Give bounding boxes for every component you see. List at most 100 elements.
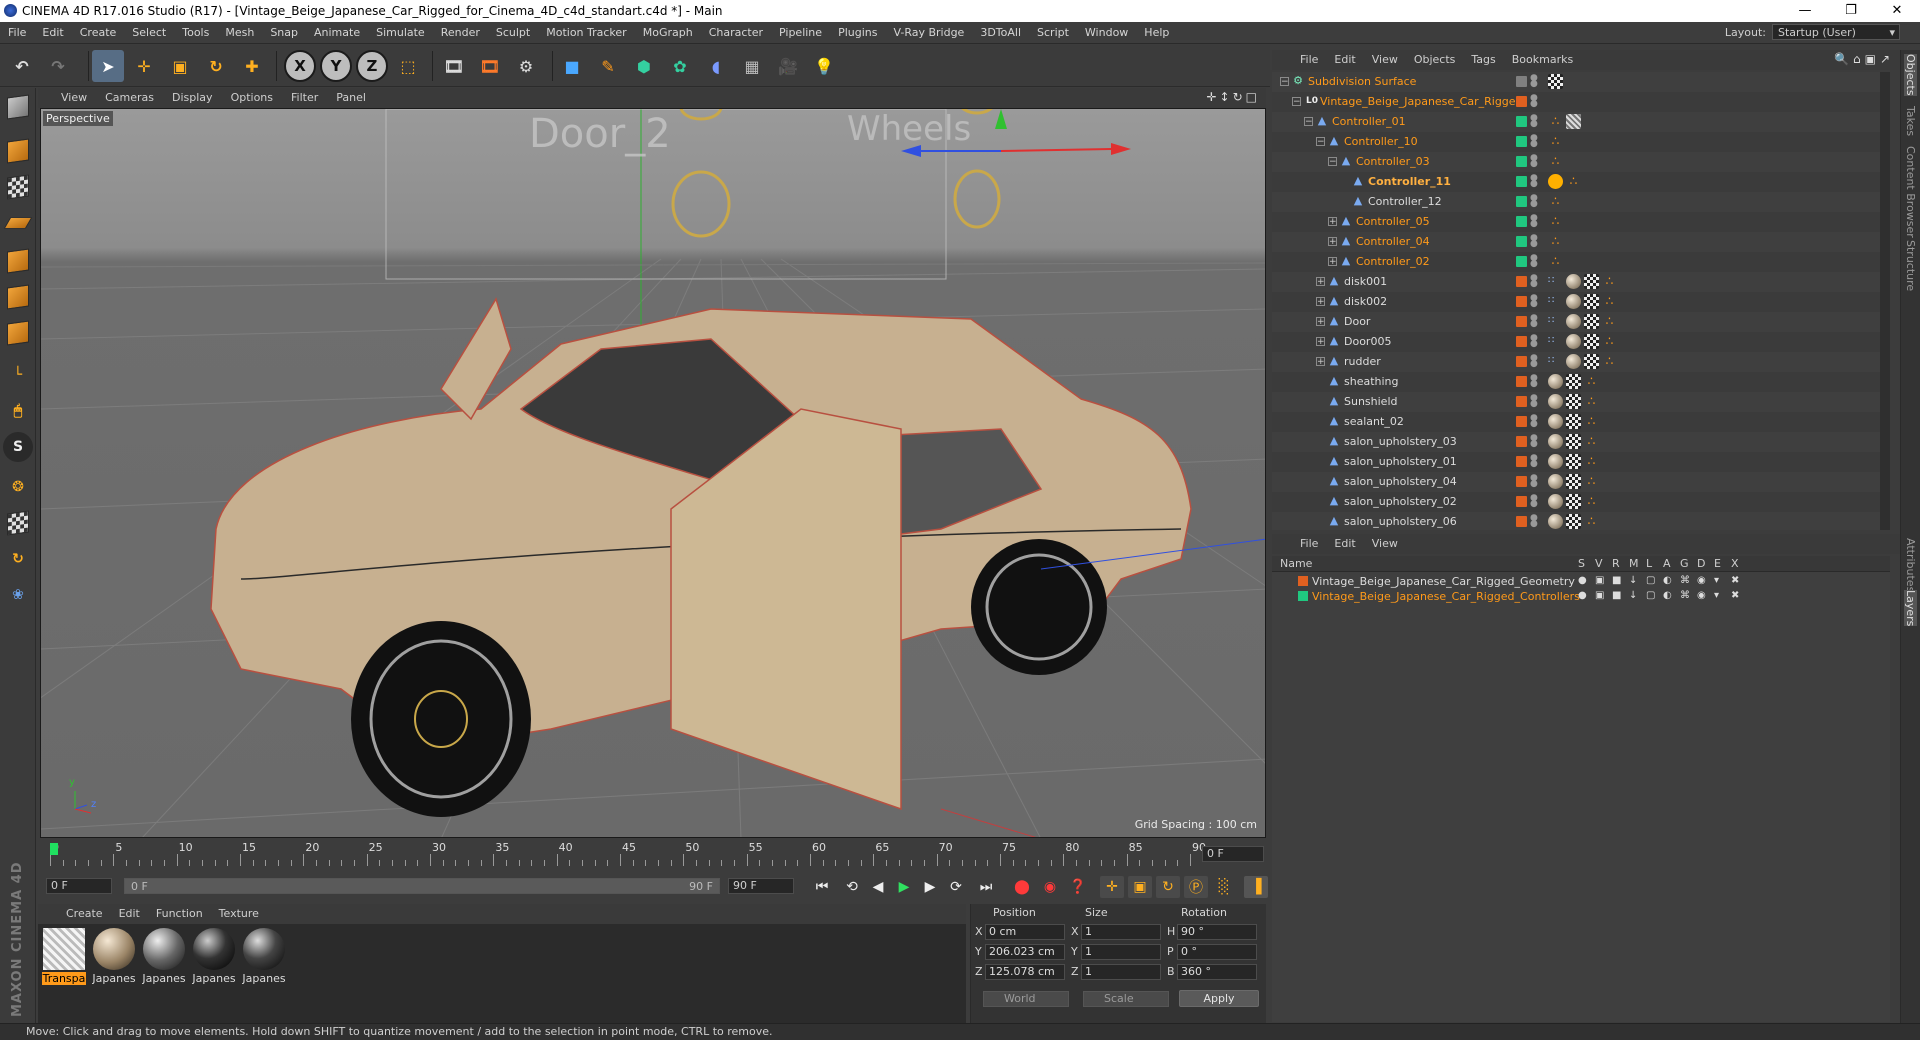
material-menu-create[interactable]: Create (58, 904, 111, 924)
menu-file[interactable]: File (0, 22, 34, 44)
go-to-end-icon[interactable]: ⏭ (974, 876, 998, 898)
side-tab-structure[interactable]: Structure (1904, 240, 1917, 291)
rotate-icon[interactable]: ↻ (200, 50, 232, 82)
layer-color-swatch[interactable] (1516, 396, 1527, 407)
object-menu-file[interactable]: File (1292, 50, 1326, 70)
check-tag-icon[interactable] (1584, 274, 1599, 289)
layer-menu-file[interactable]: File (1292, 534, 1326, 554)
object-row[interactable]: + ▲ Controller_05 ● ● ∴ (1272, 212, 1890, 232)
menu-create[interactable]: Create (72, 22, 125, 44)
xpress-tag-icon[interactable]: ∴ (1548, 154, 1563, 169)
object-menu-bookmarks[interactable]: Bookmarks (1504, 50, 1581, 70)
expand-toggle-icon[interactable]: − (1280, 77, 1289, 87)
soft-selection-icon[interactable]: ↻ (3, 544, 33, 574)
mat-tag-icon[interactable] (1566, 294, 1581, 309)
object-row[interactable]: + ▲ Door005 ● ● ∷ ∴ (1272, 332, 1890, 352)
minimize-button[interactable]: — (1782, 0, 1828, 22)
key-scale-icon[interactable]: ▣ (1128, 876, 1152, 898)
playhead[interactable] (50, 843, 58, 855)
xpress-tag-icon[interactable]: ∴ (1548, 234, 1563, 249)
object-row[interactable]: + ▲ Door ● ● ∷ ∴ (1272, 312, 1890, 332)
camera-icon[interactable]: 🎥 (772, 50, 804, 82)
object-row[interactable]: + ▲ Controller_04 ● ● ∴ (1272, 232, 1890, 252)
object-row[interactable]: + ▲ Controller_02 ● ● ∴ (1272, 252, 1890, 272)
visibility-dots-icon[interactable]: ● ● (1530, 474, 1538, 489)
mat-tag-icon[interactable] (1548, 414, 1563, 429)
size-mode-dropdown[interactable]: Scale (1083, 991, 1169, 1007)
polygons-mode-icon[interactable] (3, 318, 33, 348)
menu-select[interactable]: Select (124, 22, 174, 44)
layer-header-e[interactable]: E (1714, 557, 1721, 570)
viewport-menu-display[interactable]: Display (163, 88, 222, 108)
layer-menu-view[interactable]: View (1364, 534, 1406, 554)
make-editable-icon[interactable] (3, 92, 33, 122)
mat-tag-icon[interactable] (1566, 274, 1581, 289)
menu-plugins[interactable]: Plugins (830, 22, 885, 44)
layer-color-swatch[interactable] (1516, 416, 1527, 427)
model-mode-icon[interactable] (3, 136, 33, 166)
layer-toggle-icon[interactable]: ● (1578, 590, 1587, 601)
visibility-dots-icon[interactable]: ● ● (1530, 154, 1538, 169)
rotation-p-field[interactable]: 0 ° (1177, 944, 1257, 960)
dots2-tag-icon[interactable]: ∷ (1548, 334, 1563, 349)
object-row[interactable]: − ▲ Controller_03 ● ● ∴ (1272, 152, 1890, 172)
object-row[interactable]: − ⚙ Subdivision Surface ● ● (1272, 72, 1890, 92)
xpress-tag-icon[interactable]: ∴ (1548, 194, 1563, 209)
xpress-tag-icon[interactable]: ∴ (1584, 474, 1599, 489)
layer-color-swatch[interactable] (1298, 591, 1308, 601)
viewport-menu-cameras[interactable]: Cameras (96, 88, 163, 108)
layer-header-v[interactable]: V (1595, 557, 1603, 570)
maximize-button[interactable]: ❐ (1828, 0, 1874, 22)
points-mode-icon[interactable] (3, 246, 33, 276)
layer-color-swatch[interactable] (1516, 376, 1527, 387)
layer-toggle-icon[interactable]: ◉ (1697, 590, 1706, 601)
object-row[interactable]: + ▲ rudder ● ● ∷ ∴ (1272, 352, 1890, 372)
expand-toggle-icon[interactable]: + (1316, 337, 1325, 347)
render-settings-icon[interactable]: ⚙ (510, 50, 542, 82)
position-x-field[interactable]: 0 cm (985, 924, 1065, 940)
start-frame-field[interactable]: 0 F (46, 878, 112, 894)
visibility-dots-icon[interactable]: ● ● (1530, 274, 1538, 289)
menu-mesh[interactable]: Mesh (217, 22, 262, 44)
cube-primitive-icon[interactable]: ■ (556, 50, 588, 82)
viewport-menu-panel[interactable]: Panel (327, 88, 375, 108)
viewport-menu-options[interactable]: Options (222, 88, 282, 108)
object-row[interactable]: ▲ salon_upholstery_04 ● ● ∴ (1272, 472, 1890, 492)
expand-toggle-icon[interactable]: + (1328, 257, 1337, 267)
layer-row[interactable]: Vintage_Beige_Japanese_Car_Rigged_Contro… (1272, 589, 1890, 604)
mat-tag-icon[interactable] (1566, 314, 1581, 329)
material-slot[interactable]: Transpa (42, 928, 86, 985)
material-slot[interactable]: Japanes (192, 928, 236, 985)
next-frame-icon[interactable]: ▶ (918, 876, 942, 898)
layer-color-swatch[interactable] (1516, 476, 1527, 487)
visibility-dots-icon[interactable]: ● ● (1530, 94, 1538, 109)
viewport-nav-icon[interactable]: ✛↕↻□ (1206, 90, 1260, 104)
material-slot[interactable]: Japanes (242, 928, 286, 985)
layer-header-l[interactable]: L (1646, 557, 1652, 570)
dots2-tag-icon[interactable]: ∷ (1548, 354, 1563, 369)
menu-motion-tracker[interactable]: Motion Tracker (538, 22, 634, 44)
xpress-tag-icon[interactable]: ∴ (1584, 414, 1599, 429)
object-row[interactable]: ▲ salon_upholstery_02 ● ● ∴ (1272, 492, 1890, 512)
layer-header-g[interactable]: G (1680, 557, 1689, 570)
check-tag-icon[interactable] (1566, 494, 1581, 509)
layer-header-a[interactable]: A (1663, 557, 1671, 570)
perspective-viewport[interactable]: Door_2 Wheels y z Perspective Grid Spaci… (40, 108, 1266, 838)
xpress-tag-icon[interactable]: ∴ (1548, 114, 1563, 129)
object-row[interactable]: + ▲ disk001 ● ● ∷ ∴ (1272, 272, 1890, 292)
viewport-menu-filter[interactable]: Filter (282, 88, 327, 108)
visibility-dots-icon[interactable]: ● ● (1530, 494, 1538, 509)
visibility-dots-icon[interactable]: ● ● (1530, 374, 1538, 389)
layer-color-swatch[interactable] (1516, 136, 1527, 147)
current-frame-field[interactable]: 0 F (1202, 846, 1264, 862)
rotation-h-field[interactable]: 90 ° (1177, 924, 1257, 940)
keyframe-selection-icon[interactable]: ❓ (1066, 876, 1090, 898)
layer-color-swatch[interactable] (1298, 576, 1308, 586)
pen-spline-icon[interactable]: ✎ (592, 50, 624, 82)
expand-toggle-icon[interactable]: + (1328, 217, 1337, 227)
layer-toggle-icon[interactable]: ✖ (1731, 575, 1739, 586)
layer-color-swatch[interactable] (1516, 96, 1527, 107)
layer-toggle-icon[interactable]: ⌘ (1680, 590, 1690, 601)
check-tag-icon[interactable] (1584, 294, 1599, 309)
undo-icon[interactable]: ↶ (6, 50, 38, 82)
